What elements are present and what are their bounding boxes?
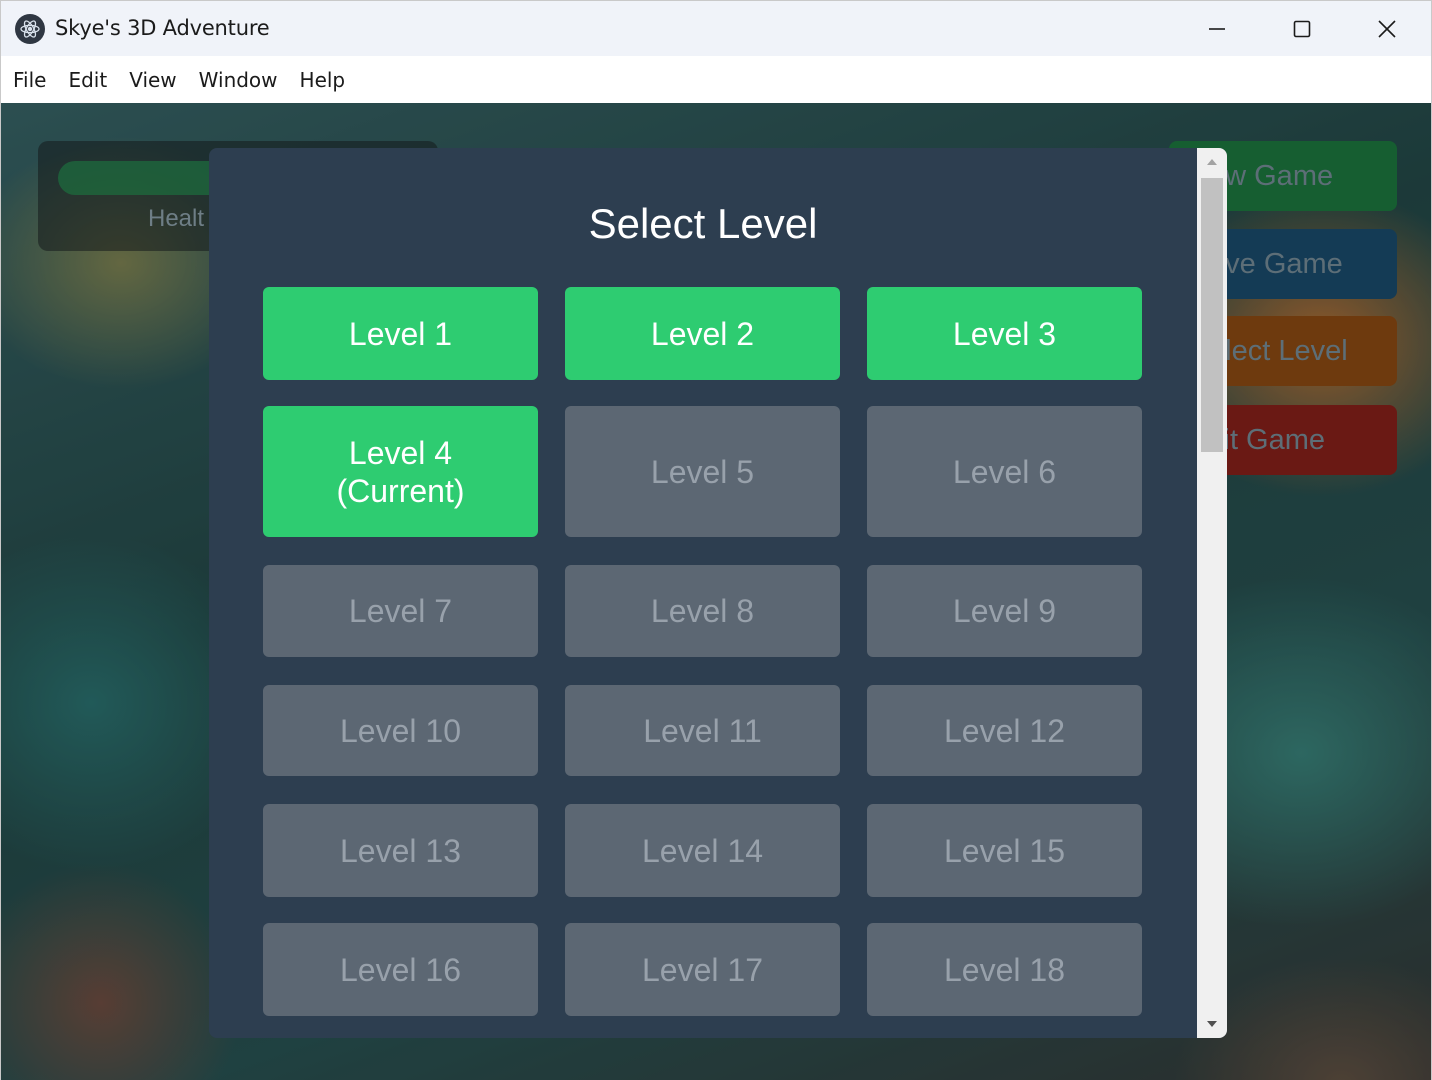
level-6-button: Level 6 <box>867 406 1142 537</box>
level-13-button: Level 13 <box>263 804 538 897</box>
level-label: Level 14 <box>642 832 763 869</box>
level-label: Level 5 <box>650 453 755 490</box>
maximize-icon <box>1293 20 1311 37</box>
level-10-button: Level 10 <box>263 685 538 776</box>
minimize-button[interactable] <box>1175 1 1259 56</box>
level-4-button[interactable]: Level 4 (Current) <box>263 406 538 537</box>
scroll-thumb[interactable] <box>1201 178 1223 452</box>
level-label: Level 8 <box>650 593 755 629</box>
health-label: Healt <box>148 205 205 232</box>
scroll-down-arrow-icon[interactable] <box>1197 1010 1227 1038</box>
current-level-label: (Current) <box>336 472 465 509</box>
level-label: Level 12 <box>944 712 1065 749</box>
level-label: Level 10 <box>340 712 461 749</box>
level-2-button[interactable]: Level 2 <box>565 287 840 380</box>
title-bar[interactable]: Skye's 3D Adventure <box>1 1 1431 56</box>
level-5-button: Level 5 <box>565 406 840 537</box>
level-label: Level 11 <box>643 712 762 749</box>
level-1-button[interactable]: Level 1 <box>263 287 538 380</box>
level-7-button: Level 7 <box>263 565 538 657</box>
maximize-button[interactable] <box>1260 1 1344 56</box>
level-3-button[interactable]: Level 3 <box>867 287 1142 380</box>
level-label: Level 13 <box>340 832 461 869</box>
level-9-button: Level 9 <box>867 565 1142 657</box>
menu-bar: File Edit View Window Help <box>1 56 1431 103</box>
level-label: Level 17 <box>642 951 763 988</box>
scroll-up-arrow-icon[interactable] <box>1197 148 1227 176</box>
level-label: Level 2 <box>650 315 755 352</box>
dialog-title: Select Level <box>588 200 818 247</box>
level-17-button: Level 17 <box>565 923 840 1016</box>
level-label: Level 4 <box>348 434 453 471</box>
app-logo-icon <box>15 14 45 44</box>
app-window: Skye's 3D Adventure File Edit View Windo… <box>0 0 1432 1080</box>
level-label: Level 1 <box>348 315 453 352</box>
window-title: Skye's 3D Adventure <box>55 16 270 40</box>
level-label: Level 16 <box>340 951 461 988</box>
minimize-icon <box>1209 27 1225 30</box>
close-icon <box>1378 19 1396 38</box>
dialog-scrollbar[interactable] <box>1197 148 1227 1038</box>
level-15-button: Level 15 <box>867 804 1142 897</box>
menu-edit[interactable]: Edit <box>57 68 118 92</box>
level-12-button: Level 12 <box>867 685 1142 776</box>
level-label: Level 9 <box>952 593 1057 629</box>
level-label: Level 3 <box>952 315 1057 352</box>
level-label: Level 6 <box>952 453 1057 490</box>
level-11-button: Level 11 <box>565 685 840 776</box>
menu-help[interactable]: Help <box>289 68 357 92</box>
select-level-dialog: Select Level Level 1 Level 2 Level 3 Lev… <box>209 148 1227 1038</box>
menu-view[interactable]: View <box>118 68 187 92</box>
menu-window[interactable]: Window <box>188 68 289 92</box>
close-button[interactable] <box>1345 1 1429 56</box>
menu-file[interactable]: File <box>2 68 57 92</box>
level-16-button: Level 16 <box>263 923 538 1016</box>
level-14-button: Level 14 <box>565 804 840 897</box>
level-label: Level 15 <box>944 832 1065 869</box>
level-label: Level 7 <box>348 593 453 629</box>
level-label: Level 18 <box>944 951 1065 988</box>
level-8-button: Level 8 <box>565 565 840 657</box>
level-18-button: Level 18 <box>867 923 1142 1016</box>
